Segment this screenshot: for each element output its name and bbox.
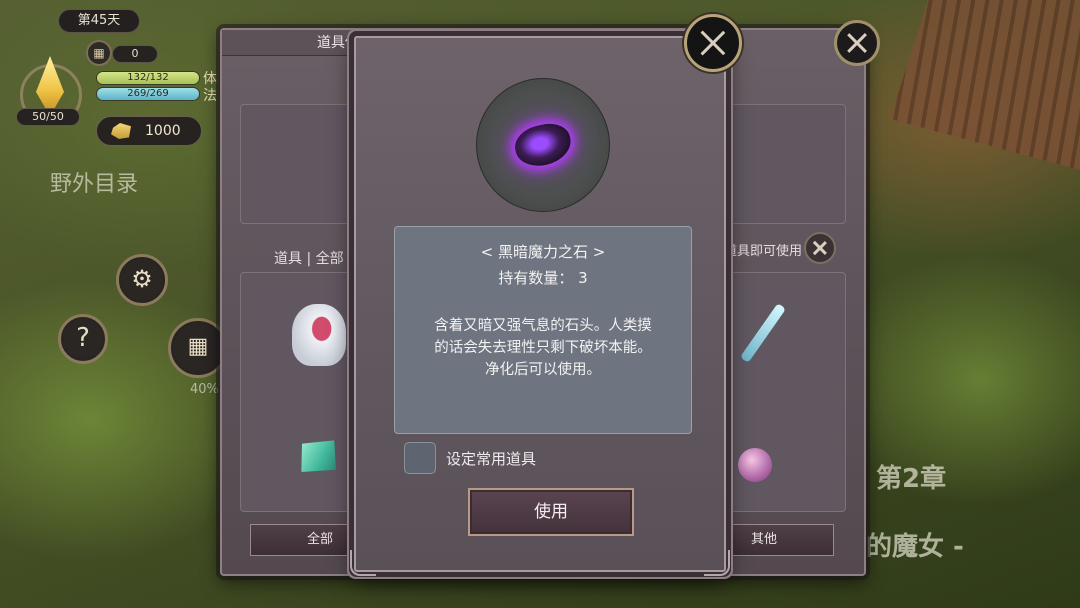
gear-icon: ⚙ [131,265,153,293]
item-description: 含着又暗又强气息的石头。人类摸 的话会失去理性只剩下破坏本能。 净化后可以使用。 [434,318,652,378]
gold-counter: 1000 [96,116,202,146]
mp-value: 269/269 [127,88,169,99]
chapter-title: 第2章 [876,464,947,494]
favorite-item-checkbox[interactable] [404,442,436,474]
pink-fruit-item-icon[interactable] [738,448,772,482]
mp-label: 法 [203,88,217,104]
white-hood-item-icon[interactable] [292,304,346,366]
field-menu-label[interactable]: 野外目录 [50,166,138,198]
item-count-value: 3 [578,269,588,287]
favorite-item-label[interactable]: 设定常用道具 [446,448,536,469]
use-item-button[interactable]: 使用 [468,488,634,536]
mp-bar: 269/269 [96,87,200,101]
corner-ornament [704,550,730,576]
close-icon [687,17,739,69]
hp-value: 132/132 [127,72,169,83]
help-button[interactable]: ? [58,314,108,364]
item-detail-dialog: < 黑暗魔力之石 > 持有数量： 3 含着又暗又强气息的石头。人类摸 的话会失去… [350,36,730,576]
item-count-label: 持有数量： [498,269,574,287]
dark-magic-stone-icon [511,119,575,171]
gold-ore-icon [111,123,131,139]
corner-ornament [350,550,376,576]
use-hint: 道具即可使用 [724,244,803,259]
close-icon [837,23,877,63]
hp-bar: 132/132 [96,71,200,85]
calendar-count: 0 [112,45,158,63]
item-count-line: 持有数量： 3 [395,267,691,288]
hint-close-button[interactable] [804,232,836,264]
close-icon [806,234,834,262]
schedule-button[interactable]: ▦ [168,318,228,378]
day-counter: 第45天 [58,9,140,33]
calendar-icon: ▦ [187,334,209,359]
question-icon: ? [76,323,90,353]
calendar-icon: ▦ [86,40,112,66]
gold-value: 1000 [145,123,181,139]
crystal-value: 50/50 [16,108,80,126]
progress-percent: 40% [190,382,219,397]
chapter-subtitle: 的魔女 - [866,532,964,562]
settings-button[interactable]: ⚙ [116,254,168,306]
item-info-box: < 黑暗魔力之石 > 持有数量： 3 含着又暗又强气息的石头。人类摸 的话会失去… [394,226,692,434]
item-name: < 黑暗魔力之石 > [480,243,606,261]
storage-close-button[interactable] [834,20,880,66]
item-detail-close-button[interactable] [684,14,742,72]
item-preview-orb [476,78,610,212]
item-filter-tab[interactable]: 道具 | 全部 [274,248,344,268]
